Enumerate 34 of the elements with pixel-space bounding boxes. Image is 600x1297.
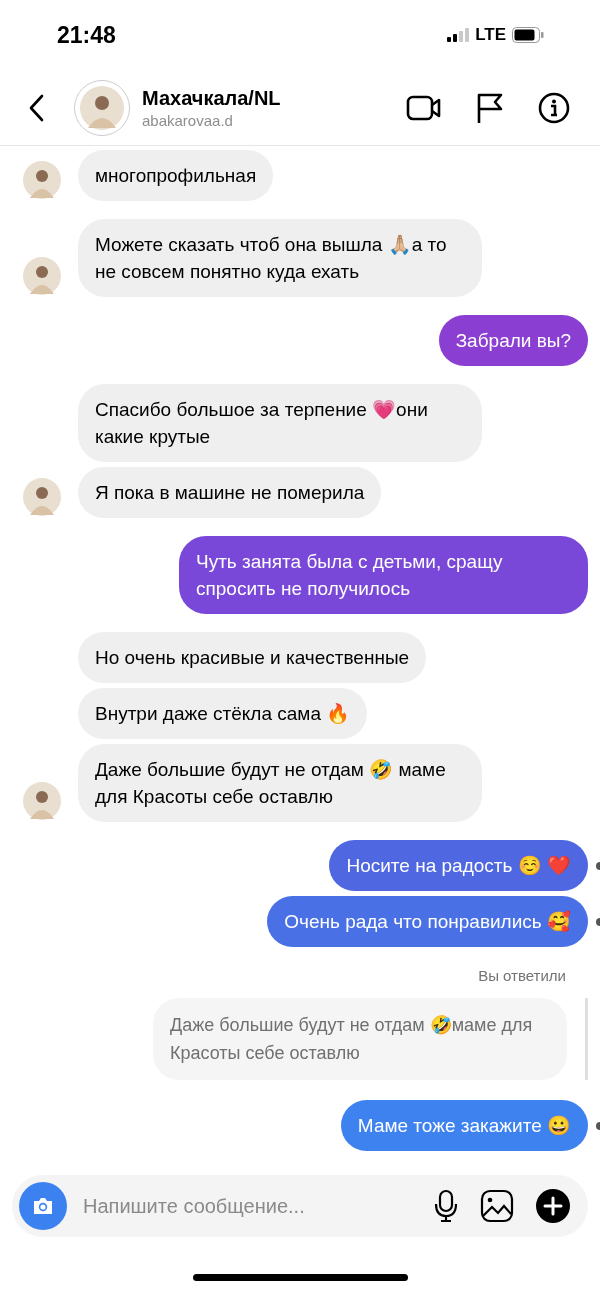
message-bubble: Носите на радость ☺ ❤ <box>329 840 588 891</box>
message-bubble: Маме тоже закажите 😀 <box>340 1100 588 1151</box>
message-bubble: Можете сказать чтоб она вышла 🙏🏼а то не совсем понятно куда ехать <box>78 219 482 297</box>
message-bubble: Но очень красивые и качественные <box>78 632 427 683</box>
avatar-icon[interactable] <box>23 161 61 199</box>
message-bubble: Забрали вы? <box>438 315 588 366</box>
message-input[interactable]: Напишите сообщение... <box>81 1193 412 1219</box>
avatar-icon[interactable] <box>23 257 61 295</box>
message-bubble: Очень рада что понравились 🥰 <box>267 896 588 947</box>
flag-icon[interactable] <box>476 91 504 124</box>
plus-icon[interactable] <box>536 1189 570 1223</box>
camera-icon <box>32 1197 54 1215</box>
avatar-icon[interactable] <box>23 782 61 820</box>
battery-icon <box>512 27 544 43</box>
message-bubble: Я пока в машине не померила <box>78 467 382 518</box>
message-bubble: Спасибо большое за терпение 💗они какие крутые <box>78 384 482 462</box>
message-bubble: Внутри даже стёкла сама 🔥 <box>78 688 368 739</box>
camera-button[interactable] <box>19 1182 67 1230</box>
message-bubble: многопрофильная <box>78 150 274 201</box>
quoted-message: Даже большие будут не отдам 🤣маме для Красоты себе оставлю <box>153 998 567 1080</box>
back-icon[interactable] <box>28 93 44 122</box>
avatar-icon[interactable] <box>23 478 61 516</box>
info-icon[interactable] <box>538 91 570 124</box>
chat-title: Махачкала/NL <box>142 86 281 110</box>
message-bubble: Даже большие будут не отдам 🤣 маме для Красоты себе оставлю <box>78 744 482 822</box>
network-label: LTE <box>475 25 506 45</box>
username: abakarovaa.d <box>142 111 234 129</box>
microphone-icon[interactable] <box>434 1189 458 1223</box>
signal-icon <box>447 28 470 42</box>
image-icon[interactable] <box>480 1189 514 1223</box>
status-time: 21:48 <box>57 21 116 49</box>
video-call-icon[interactable] <box>406 93 442 122</box>
message-bubble: Чуть занята была с детьми, сращу спросить не получилось <box>179 536 588 614</box>
reply-label: Вы ответили <box>478 967 566 984</box>
